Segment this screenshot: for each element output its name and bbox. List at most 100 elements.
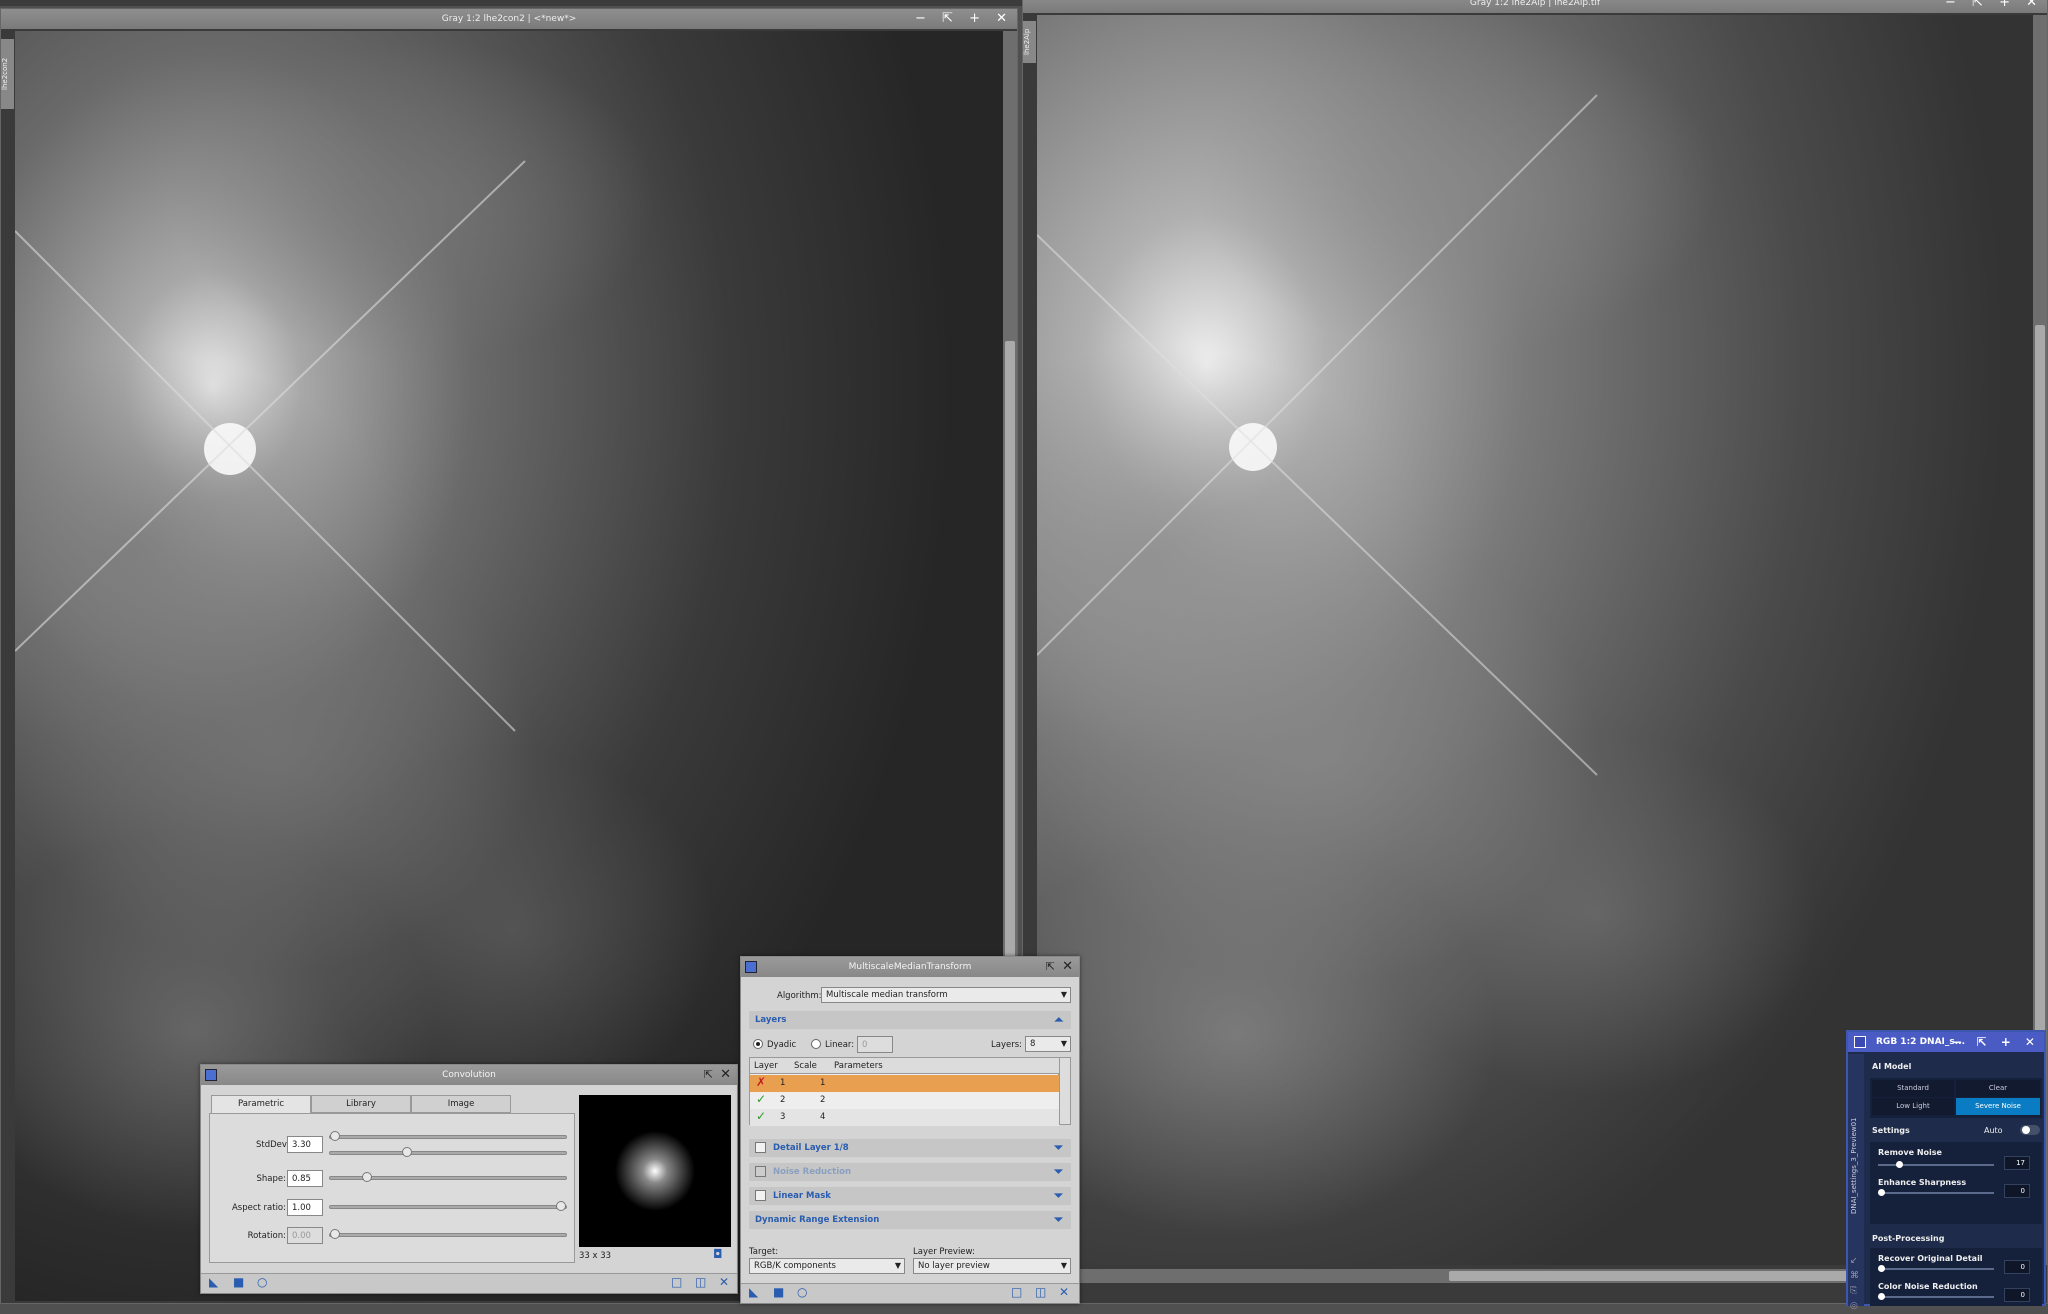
check-icon[interactable]: ✓ [756, 1109, 766, 1123]
close-icon[interactable]: ✕ [1062, 957, 1073, 977]
target-select[interactable]: RGB/K components ▼ [749, 1258, 905, 1274]
right-window-hscroll-thumb[interactable] [1449, 1271, 1849, 1281]
expand-icon[interactable]: ⏷ [1054, 1211, 1063, 1229]
row-layer-value: 3 [780, 1112, 786, 1122]
linear-mask-section[interactable]: Linear Mask ⏷ [749, 1187, 1071, 1205]
left-window-titlebar[interactable]: Gray 1:2 lhe2con2 | <*new*> − ⇱ + ✕ [1, 9, 1017, 29]
left-window-controls[interactable]: − ⇱ + ✕ [915, 9, 1013, 29]
expand-icon[interactable]: ⏷ [1054, 1139, 1063, 1157]
convolution-titlebar[interactable]: Convolution ⇱ ✕ [201, 1065, 737, 1085]
recover-detail-knob[interactable] [1878, 1265, 1885, 1272]
table-row[interactable]: ✓ 3 4 [750, 1109, 1060, 1126]
reset-icon[interactable]: ✕ [1059, 1285, 1069, 1299]
mmt-titlebar[interactable]: MultiscaleMedianTransform ⇱ ✕ [741, 957, 1079, 977]
mmt-window[interactable]: MultiscaleMedianTransform ⇱ ✕ Algorithm:… [740, 956, 1080, 1304]
dnai-titlebar[interactable]: RGB 1:2 DNAI_s... − ⇱ + ✕ [1848, 1032, 2044, 1052]
disabled-x-icon[interactable]: ✗ [756, 1075, 766, 1089]
right-window-scroll-thumb[interactable] [2035, 325, 2045, 1045]
color-noise-knob[interactable] [1878, 1293, 1885, 1300]
right-window-titlebar[interactable]: Gray 1:2 lhe2Alp | lhe2Alp.tif − ⇱ + ✕ [1023, 0, 2047, 13]
browse-doc-icon[interactable]: ◫ [1035, 1285, 1046, 1299]
shape-knob[interactable] [362, 1172, 372, 1182]
remove-noise-slider[interactable] [1878, 1161, 1994, 1168]
enhance-sharpness-value[interactable]: 0 [2004, 1184, 2030, 1198]
right-window-controls[interactable]: − ⇱ + ✕ [1945, 0, 2043, 13]
left-window-side-tab[interactable]: lhe2con2 [1, 39, 14, 109]
apply-global-icon[interactable]: ○ [797, 1285, 807, 1299]
layers-section-header[interactable]: Layers ⏶ [749, 1011, 1071, 1029]
color-noise-value[interactable]: 0 [2004, 1288, 2030, 1302]
close-icon[interactable]: ✕ [720, 1065, 731, 1085]
dnai-side-tab-label: DNAI_settings_3_Preview01 [1850, 1117, 1858, 1214]
apply-icon[interactable]: ■ [773, 1285, 784, 1299]
dnai-side-tool-icons[interactable]: ↙ ⌘ ⎘ ◎ [1850, 1254, 1859, 1314]
tab-parametric[interactable]: Parametric [211, 1095, 311, 1113]
shape-slider[interactable] [329, 1172, 567, 1182]
shape-field[interactable]: 0.85 [287, 1170, 323, 1187]
noise-reduction-checkbox[interactable] [755, 1166, 766, 1177]
noise-reduction-section[interactable]: Noise Reduction ⏷ [749, 1163, 1071, 1181]
recover-detail-slider[interactable] [1878, 1265, 1994, 1272]
new-instance-icon[interactable]: ◣ [209, 1275, 218, 1289]
row-scale-value: 2 [820, 1095, 826, 1105]
reset-icon[interactable]: ✕ [719, 1275, 729, 1289]
stddev-coarse-knob[interactable] [330, 1131, 340, 1141]
shape-label: Shape: [256, 1174, 286, 1184]
color-noise-slider[interactable] [1878, 1293, 1994, 1300]
preview-icon[interactable]: □ [671, 1275, 682, 1289]
algorithm-select[interactable]: Multiscale median transform ▼ [821, 987, 1071, 1003]
aspect-ratio-slider[interactable] [329, 1201, 567, 1211]
shade-icon[interactable]: ⇱ [1046, 957, 1055, 977]
preview-icon[interactable]: □ [1011, 1285, 1022, 1299]
linear-spinbox: 0 [857, 1036, 893, 1053]
apply-global-icon[interactable]: ○ [257, 1275, 267, 1289]
tab-image[interactable]: Image [411, 1095, 511, 1113]
apply-icon[interactable]: ■ [233, 1275, 244, 1289]
dyadic-radio[interactable] [753, 1039, 763, 1049]
detail-layer-checkbox[interactable] [755, 1142, 766, 1153]
dnai-window[interactable]: RGB 1:2 DNAI_s... − ⇱ + ✕ DNAI_settings_… [1846, 1030, 2046, 1311]
layers-table-scrollbar[interactable] [1059, 1057, 1071, 1125]
model-low-light[interactable]: Low Light [1872, 1098, 1954, 1115]
model-severe-noise[interactable]: Severe Noise [1956, 1098, 2040, 1115]
camera-icon[interactable]: ◘ [713, 1247, 723, 1261]
table-row[interactable]: ✗ 1 1 [750, 1075, 1060, 1092]
mmt-title: MultiscaleMedianTransform [848, 962, 972, 972]
layer-preview-select[interactable]: No layer preview ▼ [913, 1258, 1071, 1274]
detail-layer-section[interactable]: Detail Layer 1/8 ⏷ [749, 1139, 1071, 1157]
collapse-icon[interactable]: ⏶ [1054, 1011, 1063, 1029]
recover-detail-value[interactable]: 0 [2004, 1260, 2030, 1274]
tab-library[interactable]: Library [311, 1095, 411, 1113]
browse-doc-icon[interactable]: ◫ [695, 1275, 706, 1289]
stddev-fine-knob[interactable] [402, 1147, 412, 1157]
layers-count-select[interactable]: 8 ▼ [1025, 1036, 1071, 1052]
enhance-sharpness-slider[interactable] [1878, 1189, 1994, 1196]
convolution-window[interactable]: Convolution ⇱ ✕ Parametric Library Image… [200, 1064, 738, 1294]
stddev-fine-slider[interactable] [329, 1147, 567, 1157]
dnai-window-controls[interactable]: − ⇱ + ✕ [1952, 1032, 2040, 1052]
stddev-coarse-slider[interactable] [329, 1131, 567, 1141]
auto-toggle[interactable] [2020, 1125, 2040, 1135]
check-icon[interactable]: ✓ [756, 1092, 766, 1106]
model-standard[interactable]: Standard [1872, 1080, 1954, 1097]
expand-icon[interactable]: ⏷ [1054, 1187, 1063, 1205]
right-window-side-tab[interactable]: lhe2Alp [1023, 21, 1036, 63]
enhance-sharpness-knob[interactable] [1878, 1189, 1885, 1196]
layers-table[interactable]: Layer Scale Parameters ✗ 1 1 ✓ 2 2 ✓ 3 4 [749, 1057, 1060, 1126]
remove-noise-value[interactable]: 17 [2004, 1156, 2030, 1170]
linear-radio[interactable] [811, 1039, 821, 1049]
aspect-ratio-field[interactable]: 1.00 [287, 1199, 323, 1216]
model-clear[interactable]: Clear [1956, 1080, 2040, 1097]
left-window-scroll-thumb[interactable] [1005, 341, 1015, 981]
expand-icon[interactable]: ⏷ [1054, 1163, 1063, 1181]
dnai-side-tab[interactable]: DNAI_settings_3_Preview01 ↙ ⌘ ⎘ ◎ [1848, 1054, 1864, 1311]
dynamic-range-section[interactable]: Dynamic Range Extension ⏷ [749, 1211, 1071, 1229]
stddev-field[interactable]: 3.30 [287, 1136, 323, 1153]
aspect-ratio-knob[interactable] [556, 1201, 566, 1211]
rotation-field: 0.00 [287, 1227, 323, 1244]
linear-mask-checkbox[interactable] [755, 1190, 766, 1201]
table-row[interactable]: ✓ 2 2 [750, 1092, 1060, 1109]
shade-icon[interactable]: ⇱ [704, 1065, 713, 1085]
remove-noise-knob[interactable] [1896, 1161, 1903, 1168]
new-instance-icon[interactable]: ◣ [749, 1285, 758, 1299]
